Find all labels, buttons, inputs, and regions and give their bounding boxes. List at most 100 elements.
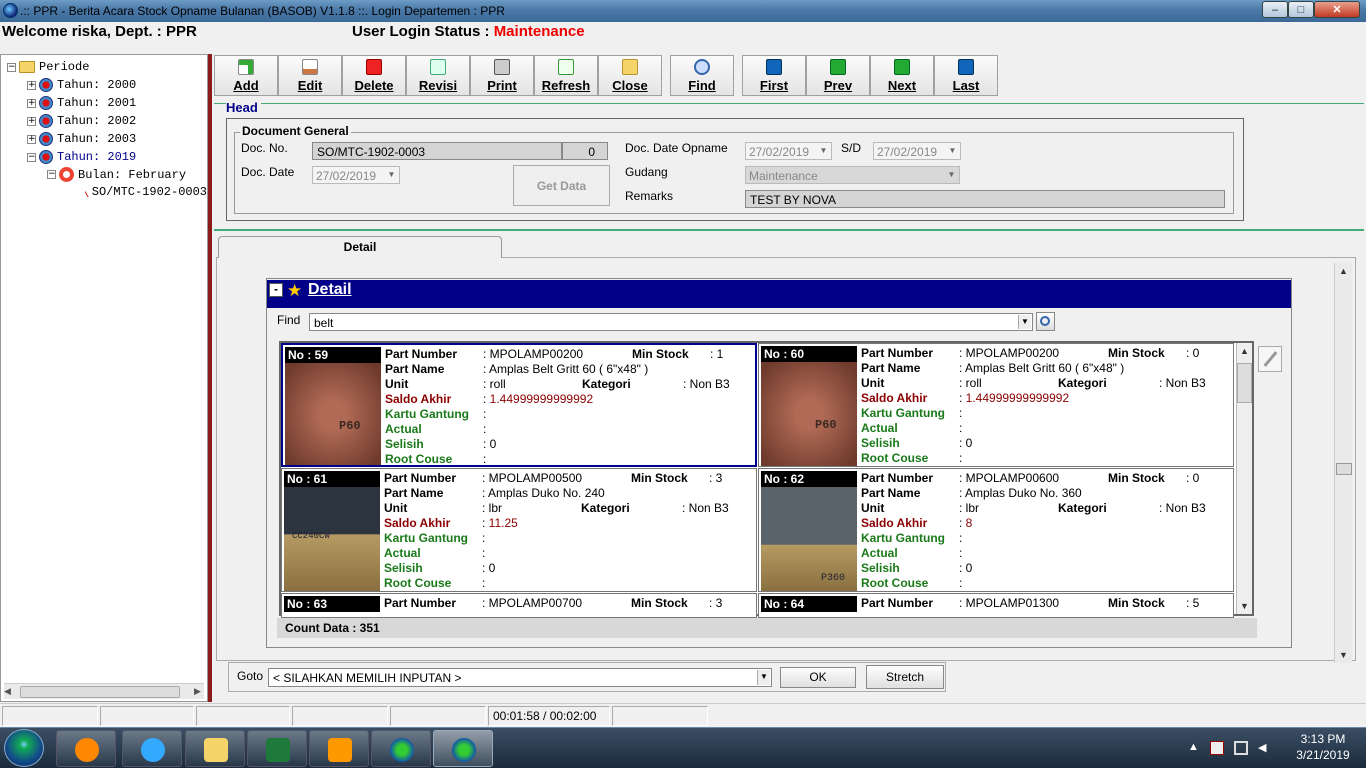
scroll-left-arrow-icon[interactable]: ◀ [4,686,11,697]
pencil-tool-button[interactable] [1258,346,1282,372]
grid-vertical-scrollbar[interactable]: ▲ ▼ [1236,343,1252,614]
pane-splitter[interactable] [208,54,212,702]
start-button[interactable] [4,729,44,767]
close-window-button[interactable]: ✕ [1314,1,1360,18]
actual-row: Actual: [385,422,487,436]
tree-month-february[interactable]: − Bulan: February [47,167,186,182]
opname-to-date-picker[interactable]: 27/02/2019 ▼ [873,142,961,160]
detail-panel-title[interactable]: Detail [308,281,352,299]
taskbar-excel[interactable] [247,730,307,767]
revisi-button[interactable]: Revisi [406,55,470,96]
tree-year-2019[interactable]: − Tahun: 2019 [27,150,136,164]
taskbar-globe-app[interactable] [371,730,431,767]
status-panel [196,706,290,726]
scrollbar-thumb[interactable] [1336,463,1352,475]
tree-year-2003[interactable]: + Tahun: 2003 [27,132,136,146]
saldo-akhir-row: Saldo Akhir: 1.44999999999992 [385,392,594,406]
doc-no-field[interactable]: SO/MTC-1902-0003 [312,142,562,160]
scroll-up-arrow-icon[interactable]: ▲ [1335,263,1352,279]
goto-select[interactable]: < SILAHKAN MEMILIH INPUTAN > ▼ [268,668,772,687]
collapse-icon[interactable]: − [47,170,56,179]
actual-row: Actual: [861,421,963,435]
taskbar-outlook[interactable] [309,730,369,767]
tree-year-2001[interactable]: + Tahun: 2001 [27,96,136,110]
find-combobox[interactable]: belt ▼ [309,313,1033,331]
doc-revision-field[interactable]: 0 [562,142,608,160]
show-hidden-icons[interactable]: ▲ [1188,741,1202,755]
dropdown-arrow-icon[interactable]: ▼ [1018,315,1031,329]
saldo-akhir-row: Saldo Akhir: 11.25 [384,516,518,530]
opname-from-date-picker[interactable]: 27/02/2019 ▼ [745,142,832,160]
gudang-select[interactable]: Maintenance ▼ [745,166,960,184]
detail-card[interactable]: No : 60 P60 Part Number: MPOLAMP00200 Mi… [758,343,1234,467]
last-button[interactable]: Last [934,55,998,96]
status-panel [292,706,388,726]
scroll-up-arrow-icon[interactable]: ▲ [1237,343,1252,359]
dropdown-arrow-icon[interactable]: ▼ [817,144,830,158]
detail-card[interactable]: No : 59 P60 Part Number: MPOLAMP00200 Mi… [281,343,757,467]
detail-card[interactable]: No : 64 Part Number: MPOLAMP01300 Min St… [758,593,1234,618]
get-data-button[interactable]: Get Data [513,165,610,206]
collapse-panel-button[interactable]: - [269,283,283,297]
tree-horizontal-scrollbar[interactable]: ◀ ▶ [4,683,204,699]
scrollbar-thumb[interactable] [1237,363,1252,403]
refresh-button[interactable]: Refresh [534,55,598,96]
close-button[interactable]: Close [598,55,662,96]
next-button[interactable]: Next [870,55,934,96]
tab-detail[interactable]: Detail [218,236,502,258]
minimize-button[interactable]: ‒ [1262,1,1288,18]
maximize-button[interactable]: □ [1288,1,1314,18]
remarks-field[interactable]: TEST BY NOVA [745,190,1225,208]
dropdown-arrow-icon[interactable]: ▼ [946,144,959,158]
prev-button[interactable]: Prev [806,55,870,96]
scrollbar-thumb[interactable] [20,686,180,698]
card-number: No : 60 [761,346,857,362]
doc-date-picker[interactable]: 27/02/2019 ▼ [312,166,400,184]
detail-card[interactable]: No : 62 P360 Part Number: MPOLAMP00600 M… [758,468,1234,592]
tree-root-periode[interactable]: − Periode [7,60,89,74]
collapse-icon[interactable]: − [27,152,36,162]
tree-year-2000[interactable]: + Tahun: 2000 [27,78,136,92]
photo-text: P60 [815,418,837,432]
tree-year-2002[interactable]: + Tahun: 2002 [27,114,136,128]
taskbar-file-explorer[interactable] [185,730,245,767]
count-bar [277,618,1257,638]
ok-button[interactable]: OK [780,667,856,688]
find-search-button[interactable] [1036,312,1055,331]
collapse-icon[interactable]: − [7,62,16,72]
tab-vertical-scrollbar[interactable]: ▲ ▼ [1334,263,1352,663]
add-button[interactable]: Add [214,55,278,96]
detail-card[interactable]: No : 63 Part Number: MPOLAMP00700 Min St… [281,593,757,618]
part-number-row: Part Number: MPOLAMP01300 [861,596,1060,610]
stretch-button[interactable]: Stretch [866,665,944,689]
period-tree[interactable]: − Periode + Tahun: 2000 + Tahun: 2001 + Tahu… [0,54,208,702]
scroll-right-arrow-icon[interactable]: ▶ [194,686,201,697]
expand-icon[interactable]: + [27,98,36,108]
print-button[interactable]: Print [470,55,534,96]
taskbar-internet-explorer[interactable] [122,730,182,767]
first-button[interactable]: First [742,55,806,96]
expand-icon[interactable]: + [27,80,36,90]
expand-icon[interactable]: + [27,116,36,126]
dropdown-arrow-icon[interactable]: ▼ [385,168,398,182]
scroll-down-arrow-icon[interactable]: ▼ [1335,647,1352,663]
delete-button[interactable]: Delete [342,55,406,96]
find-button[interactable]: Find [670,55,734,96]
taskbar-media-player[interactable] [56,730,116,767]
expand-icon[interactable]: + [27,134,36,144]
network-icon[interactable] [1234,741,1248,755]
card-number: No : 64 [761,596,857,612]
root-couse-row: Root Couse: [861,576,963,590]
part-photo: P360 [761,487,857,591]
dropdown-arrow-icon[interactable]: ▼ [757,670,770,685]
volume-icon[interactable]: ◀ [1258,741,1272,755]
action-center-icon[interactable] [1210,741,1224,755]
status-panel [2,706,98,726]
dropdown-arrow-icon[interactable]: ▼ [945,168,958,182]
taskbar-clock[interactable]: 3:13 PM 3/21/2019 [1283,731,1363,763]
edit-button[interactable]: Edit [278,55,342,96]
taskbar-globe-app-active[interactable] [433,730,493,767]
tree-document[interactable]: SO/MTC-1902-0003 [85,185,207,199]
scroll-down-arrow-icon[interactable]: ▼ [1237,598,1252,614]
detail-card[interactable]: No : 61 CC240Cw Part Number: MPOLAMP0050… [281,468,757,592]
